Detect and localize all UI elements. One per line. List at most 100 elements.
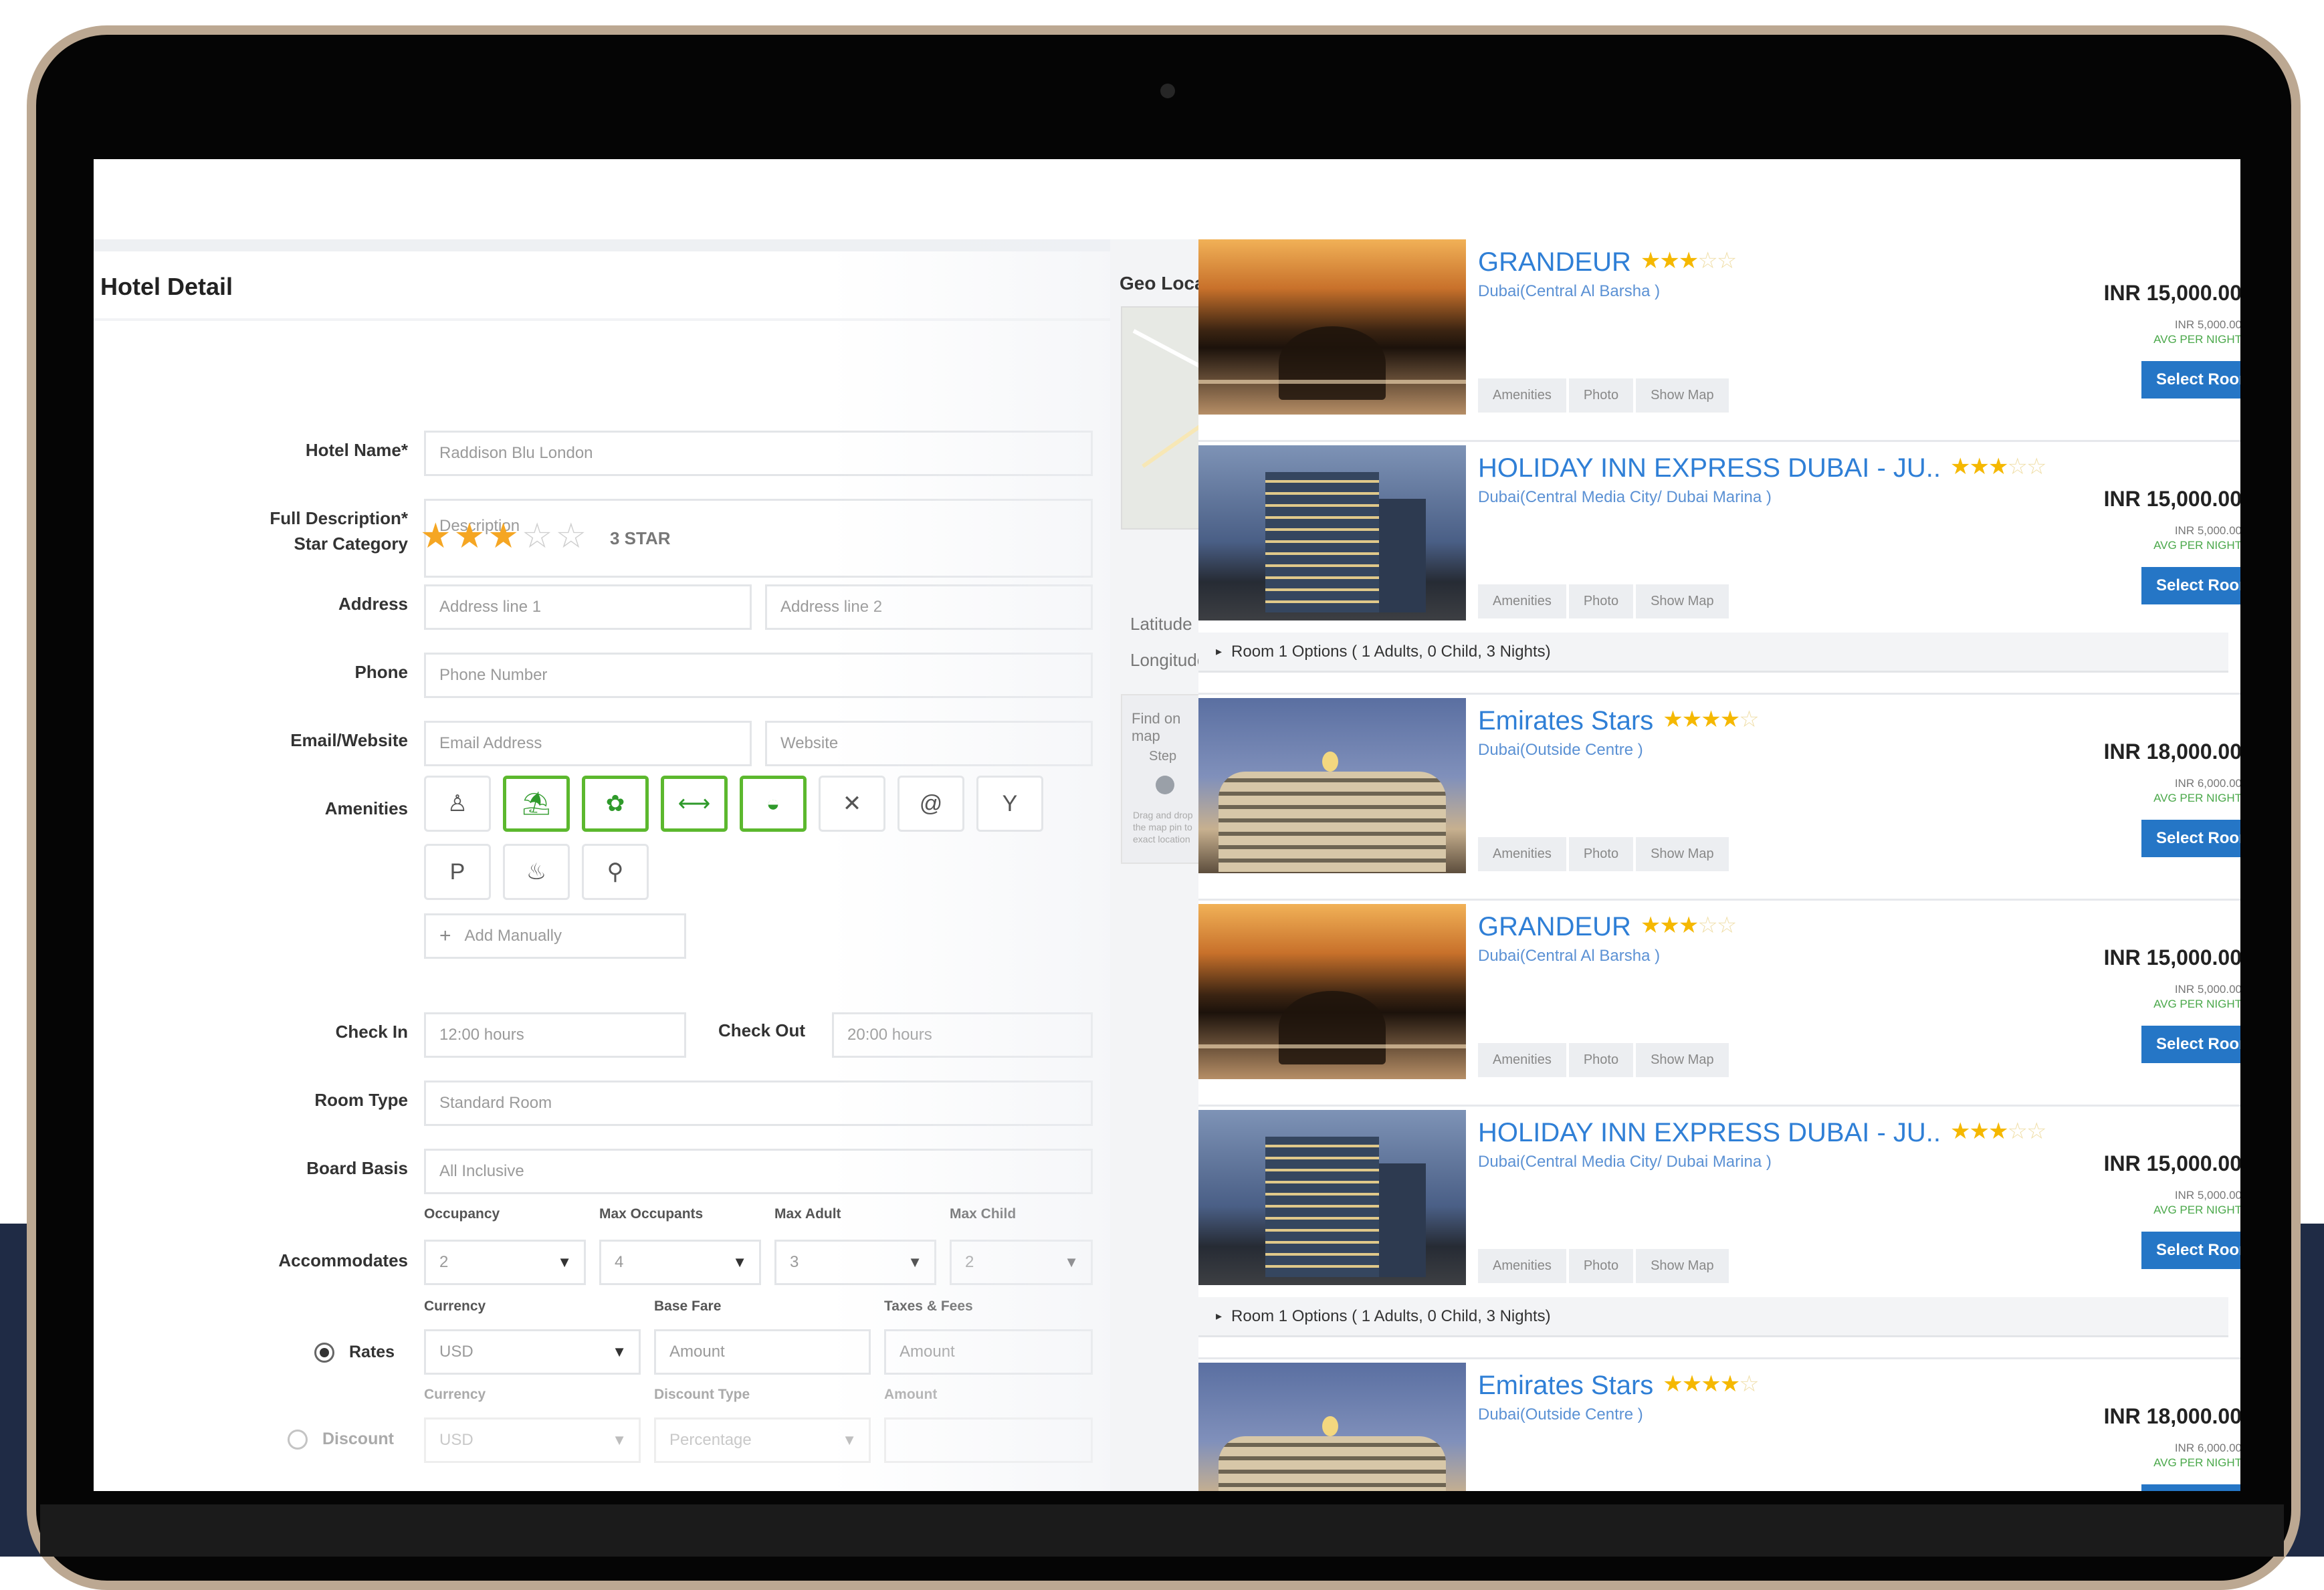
tab-amenities[interactable]: Amenities [1478, 378, 1566, 413]
select-room-button[interactable]: Select Room [2141, 361, 2240, 399]
discount-currency-select[interactable]: USD [424, 1417, 641, 1463]
room-type-input[interactable]: Standard Room [424, 1081, 1093, 1126]
address-line2-input[interactable]: Address line 2 [765, 584, 1093, 630]
tab-photo[interactable]: Photo [1568, 378, 1634, 413]
hotel-card[interactable]: HOLIDAY INN EXPRESS DUBAI - JU.. ★★★☆☆ Dub… [1198, 445, 2240, 695]
dining-icon[interactable]: ⚲ [582, 844, 649, 900]
room-options-bar[interactable]: ▸ Room 1 Options ( 1 Adults, 0 Child, 3 N… [1198, 633, 2228, 673]
hotel-star-rating: ★★★★☆ [1663, 707, 1759, 732]
check-out-input[interactable]: 20:00 hours [832, 1012, 1093, 1058]
address-line1-input[interactable]: Address line 1 [424, 584, 752, 630]
title-divider [94, 318, 1184, 321]
find-on-map-box[interactable]: Find on map Step Drag and drop the map p… [1121, 694, 1204, 864]
wifi-icon[interactable]: ◒ [740, 776, 807, 832]
hotel-name-link[interactable]: GRANDEUR [1478, 912, 1631, 942]
hotel-photo[interactable] [1198, 698, 1466, 873]
select-room-button[interactable]: Select Room [2141, 1232, 2240, 1269]
tab-photo[interactable]: Photo [1568, 584, 1634, 618]
select-room-button[interactable]: Select Room [2141, 820, 2240, 857]
tab-photo[interactable]: Photo [1568, 1043, 1634, 1077]
discount-type-select[interactable]: Percentage [654, 1417, 871, 1463]
hotel-name-link[interactable]: GRANDEUR [1478, 247, 1631, 277]
base-fare-input[interactable]: Amount [654, 1329, 871, 1375]
room-options-bar[interactable]: ▸ Room 1 Options ( 1 Adults, 0 Child, 3 N… [1198, 1297, 2228, 1337]
tab-photo[interactable]: Photo [1568, 1249, 1634, 1283]
max-adult-select[interactable]: 3 [774, 1240, 936, 1285]
room-service-icon[interactable]: ♨ [503, 844, 570, 900]
star-icon[interactable]: ★ [420, 519, 451, 554]
tab-amenities[interactable]: Amenities [1478, 1249, 1566, 1283]
hotel-card[interactable]: Emirates Stars ★★★★☆ Dubai(Outside Centre … [1198, 1363, 2240, 1491]
max-occupants-select[interactable]: 4 [599, 1240, 761, 1285]
base-fare-placeholder: Amount [669, 1343, 725, 1361]
max-adult-label: Max Adult [774, 1206, 841, 1222]
check-in-input[interactable]: 12:00 hours [424, 1012, 686, 1058]
website-input[interactable]: Website [765, 721, 1093, 766]
parking-icon[interactable]: P [424, 844, 491, 900]
laptop-base [40, 1504, 2284, 1557]
hotel-card[interactable]: Emirates Stars ★★★★☆ Dubai(Outside Centre … [1198, 698, 2240, 901]
map-pin-icon[interactable] [1156, 776, 1174, 794]
total-price: INR 18,000.00 [2103, 740, 2240, 764]
hotel-photo[interactable] [1198, 1110, 1466, 1285]
star-icon[interactable]: ★ [454, 519, 486, 554]
discount-radio[interactable] [288, 1430, 308, 1450]
phone-input[interactable]: Phone Number [424, 653, 1093, 698]
room-type-label: Room Type [314, 1090, 408, 1110]
occupancy-select[interactable]: 2 [424, 1240, 586, 1285]
nightly-price: INR 5,000.00 [2174, 983, 2240, 996]
taxes-input[interactable]: Amount [884, 1329, 1093, 1375]
geo-location-panel: Geo Location Latitude Longitude Find on … [1110, 239, 1204, 1491]
star-icon[interactable]: ★ [488, 519, 519, 554]
check-out-label: Check Out [718, 1020, 806, 1040]
hotel-name-input[interactable]: Raddison Blu London [424, 431, 1093, 476]
tab-show-map[interactable]: Show Map [1636, 1249, 1729, 1283]
hotel-name-link[interactable]: Emirates Stars [1478, 1371, 1653, 1401]
hotel-card[interactable]: GRANDEUR ★★★☆☆ Dubai(Central Al Barsha ) Am… [1198, 239, 2240, 442]
at-icon[interactable]: @ [897, 776, 964, 832]
hotel-name-link[interactable]: HOLIDAY INN EXPRESS DUBAI - JU.. [1478, 453, 1941, 483]
person-icon[interactable]: ♙ [424, 776, 491, 832]
hotel-card[interactable]: HOLIDAY INN EXPRESS DUBAI - JU.. ★★★☆☆ Dub… [1198, 1110, 2240, 1359]
hotel-name-link[interactable]: HOLIDAY INN EXPRESS DUBAI - JU.. [1478, 1118, 1941, 1148]
tab-show-map[interactable]: Show Map [1636, 837, 1729, 871]
tab-show-map[interactable]: Show Map [1636, 1043, 1729, 1077]
map-road [1132, 329, 1204, 370]
hotel-location: Dubai(Central Al Barsha ) [1478, 282, 1661, 300]
star-outline-icon[interactable]: ☆ [522, 519, 553, 554]
select-room-button[interactable]: Select Room [2141, 1484, 2240, 1491]
location-map[interactable] [1121, 306, 1204, 530]
tab-photo[interactable]: Photo [1568, 837, 1634, 871]
pool-icon[interactable]: ⛱ [503, 776, 570, 832]
hotel-name-link[interactable]: Emirates Stars [1478, 706, 1653, 736]
spa-icon[interactable]: ✿ [582, 776, 649, 832]
discount-amount-input[interactable] [884, 1417, 1093, 1463]
tab-amenities[interactable]: Amenities [1478, 584, 1566, 618]
hotel-photo[interactable] [1198, 239, 1466, 415]
tab-show-map[interactable]: Show Map [1636, 584, 1729, 618]
rates-currency-select[interactable]: USD [424, 1329, 641, 1375]
star-rating[interactable]: ★ ★ ★ ☆ ☆ [420, 519, 587, 554]
hotel-photo[interactable] [1198, 904, 1466, 1079]
select-room-button[interactable]: Select Room [2141, 1026, 2240, 1063]
tab-amenities[interactable]: Amenities [1478, 837, 1566, 871]
star-outline-icon[interactable]: ☆ [556, 519, 587, 554]
hotel-name-value: Raddison Blu London [439, 444, 593, 462]
bar-icon[interactable]: Y [976, 776, 1043, 832]
amenities-label: Amenities [324, 798, 408, 818]
star-category-text: 3 STAR [610, 528, 671, 548]
total-price: INR 15,000.00 [2103, 487, 2240, 511]
select-room-button[interactable]: Select Room [2141, 567, 2240, 604]
email-input[interactable]: Email Address [424, 721, 752, 766]
gym-icon[interactable]: ⟷ [661, 776, 728, 832]
hotel-photo[interactable] [1198, 445, 1466, 620]
board-basis-input[interactable]: All Inclusive [424, 1149, 1093, 1194]
hotel-photo[interactable] [1198, 1363, 1466, 1491]
rates-radio[interactable] [314, 1343, 334, 1363]
max-child-select[interactable]: 2 [950, 1240, 1093, 1285]
restaurant-icon[interactable]: ✕ [819, 776, 885, 832]
hotel-card[interactable]: GRANDEUR ★★★☆☆ Dubai(Central Al Barsha ) Am… [1198, 904, 2240, 1107]
tab-show-map[interactable]: Show Map [1636, 378, 1729, 413]
tab-amenities[interactable]: Amenities [1478, 1043, 1566, 1077]
add-manually-button[interactable]: + Add Manually [424, 913, 686, 959]
